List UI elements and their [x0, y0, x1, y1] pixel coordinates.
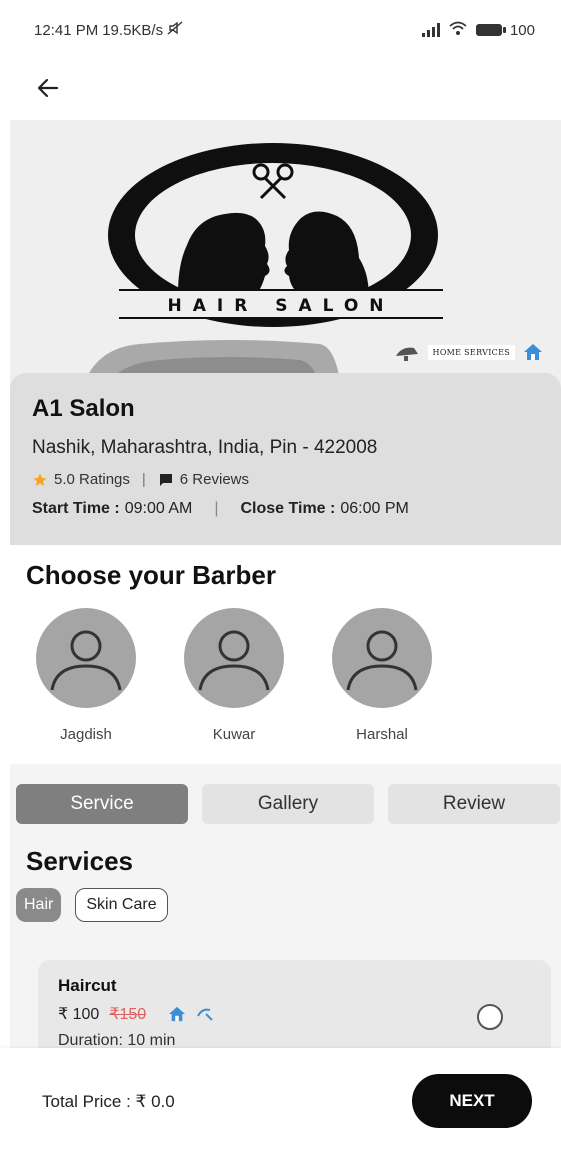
- barber-name: Jagdish: [60, 726, 112, 743]
- details-section: Service Gallery Review Services Hair Ski…: [10, 764, 561, 1054]
- person-icon: [50, 630, 122, 691]
- status-time: 12:41 PM: [34, 21, 99, 39]
- tab-review[interactable]: Review: [388, 784, 560, 824]
- home-service-icon: [169, 1006, 186, 1022]
- category-chip-skin-care[interactable]: Skin Care: [75, 888, 168, 922]
- next-button[interactable]: NEXT: [412, 1074, 532, 1128]
- star-icon: [33, 472, 47, 486]
- mute-icon: [167, 20, 183, 40]
- total-price: Total Price : ₹ 0.0: [42, 1092, 175, 1111]
- logo-text: HAIR SALON: [167, 296, 394, 316]
- battery-icon: 100: [475, 21, 535, 39]
- reviews-text: 6 Reviews: [179, 471, 249, 488]
- barber-name: Harshal: [356, 726, 408, 743]
- person-icon: [198, 630, 270, 691]
- home-icon: [524, 344, 542, 360]
- service-price: ₹ 100: [58, 1006, 100, 1023]
- back-arrow-icon: [37, 78, 59, 98]
- avatar: [332, 608, 432, 708]
- bottom-bar: Total Price : ₹ 0.0 NEXT: [0, 1048, 561, 1151]
- service-select-radio[interactable]: [477, 1004, 503, 1030]
- barber-list: Jagdish Kuwar Harshal: [36, 608, 432, 743]
- time-row: Start Time : 09:00 AM | Close Time : 06:…: [32, 500, 539, 518]
- service-old-price: ₹150: [109, 1006, 147, 1023]
- barber-item-harshal[interactable]: Harshal: [332, 608, 432, 743]
- avatar: [184, 608, 284, 708]
- status-right: 100: [421, 20, 535, 40]
- signal-icon: [421, 23, 440, 37]
- salon-info-card: A1 Salon Nashik, Maharashtra, India, Pin…: [10, 373, 561, 545]
- category-chip-hair[interactable]: Hair: [16, 888, 62, 922]
- back-button[interactable]: [30, 70, 66, 106]
- barber-item-jagdish[interactable]: Jagdish: [36, 608, 136, 743]
- status-left: 12:41 PM 19.5KB/s: [34, 20, 183, 40]
- choose-barber-title: Choose your Barber: [26, 560, 276, 590]
- salon-name: A1 Salon: [32, 395, 135, 422]
- salon-chair-icon: [395, 347, 418, 361]
- home-services-badge: HOME SERVICES: [394, 342, 543, 362]
- time-divider: |: [214, 500, 219, 517]
- battery-level: 100: [509, 21, 535, 39]
- avatar: [36, 608, 136, 708]
- tab-gallery[interactable]: Gallery: [202, 784, 374, 824]
- service-name: Haircut: [58, 976, 117, 995]
- salon-address: Nashik, Maharashtra, India, Pin - 422008: [32, 437, 378, 458]
- salon-service-icon: [197, 1008, 213, 1021]
- status-bar: 12:41 PM 19.5KB/s 100: [0, 0, 561, 60]
- tab-bar: Service Gallery Review: [16, 784, 560, 824]
- start-time-value: 09:00 AM: [124, 500, 193, 517]
- tab-service[interactable]: Service: [16, 784, 188, 824]
- service-category-chips: Hair Skin Care: [16, 888, 168, 922]
- close-time-value: 06:00 PM: [340, 500, 409, 517]
- person-icon: [346, 630, 418, 691]
- home-services-label: HOME SERVICES: [427, 344, 515, 360]
- start-time-label: Start Time :: [32, 500, 120, 517]
- barber-item-kuwar[interactable]: Kuwar: [184, 608, 284, 743]
- barber-name: Kuwar: [212, 726, 256, 743]
- rating-row: 5.0 Ratings | 6 Reviews: [32, 471, 539, 488]
- rating-divider: |: [141, 471, 146, 488]
- wifi-icon: [448, 20, 468, 40]
- comment-icon: [159, 473, 172, 486]
- service-item-haircut[interactable]: Haircut ₹ 100 ₹150 Duration: 10 min: [38, 960, 551, 1054]
- ratings-text: 5.0 Ratings: [54, 471, 130, 488]
- salon-hero-image: HAIR SALON HOME SERVICES: [10, 120, 561, 390]
- network-speed: 19.5KB/s: [102, 21, 164, 39]
- services-title: Services: [26, 846, 133, 876]
- close-time-label: Close Time :: [240, 500, 336, 517]
